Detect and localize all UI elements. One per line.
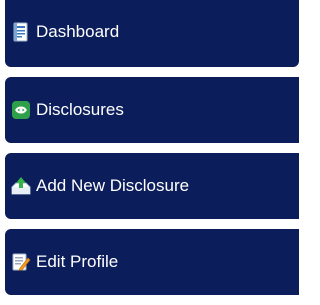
- sidebar-item-label: Edit Profile: [36, 252, 119, 271]
- add-new-disclosure-icon: [11, 176, 31, 196]
- sidebar-item-edit-profile[interactable]: Edit Profile: [5, 229, 299, 295]
- sidebar-item-dashboard[interactable]: Dashboard: [5, 0, 299, 67]
- sidebar-item-label: Add New Disclosure: [36, 176, 190, 195]
- sidebar-item-disclosures[interactable]: Disclosures: [5, 77, 299, 143]
- sidebar-item-add-new-disclosure[interactable]: Add New Disclosure: [5, 153, 299, 219]
- edit-profile-icon: [11, 252, 31, 272]
- sidebar-item-label: Dashboard: [36, 21, 120, 41]
- dashboard-icon: [11, 22, 31, 42]
- sidebar-nav: Dashboard Disclosures Add New Disclosure: [5, 0, 299, 305]
- disclosures-icon: [11, 100, 31, 120]
- sidebar-item-label: Disclosures: [36, 100, 124, 119]
